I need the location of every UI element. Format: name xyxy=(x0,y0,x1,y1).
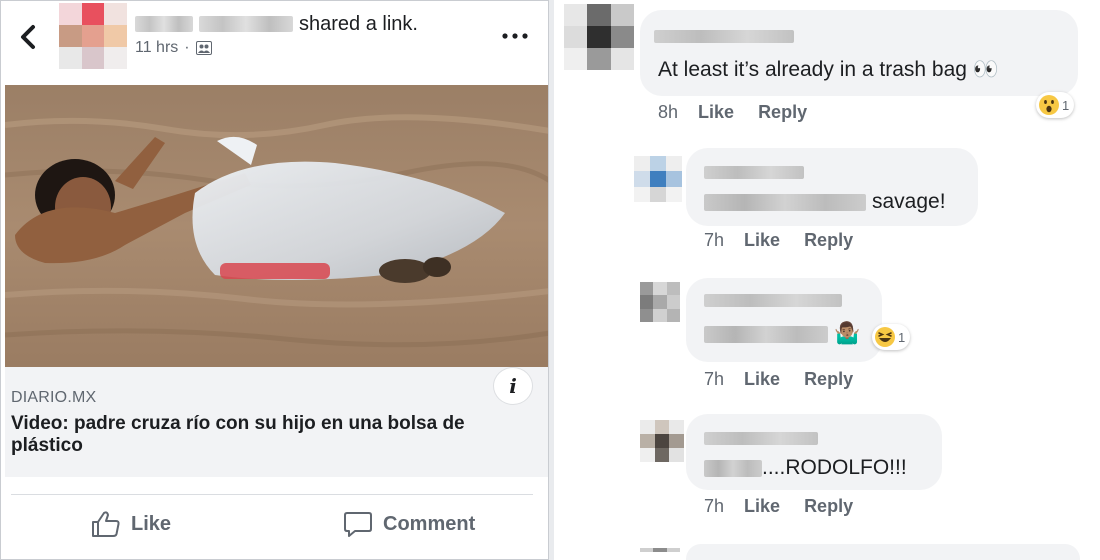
comment-label: Comment xyxy=(383,512,476,535)
comment-text-visible: At least it’s already in a trash bag 👀 xyxy=(658,58,999,81)
comment-text: savage! xyxy=(704,190,946,214)
comment-like-button[interactable]: Like xyxy=(744,230,780,251)
info-icon[interactable]: i xyxy=(493,367,533,405)
commenter-avatar[interactable] xyxy=(640,420,684,462)
like-button[interactable]: Like xyxy=(91,507,171,541)
blurred-poster-name[interactable] xyxy=(135,16,193,32)
comment-bubble[interactable] xyxy=(686,148,978,226)
comment-timestamp: 7h xyxy=(704,496,725,516)
comment-text: 🤷🏽‍♂️ xyxy=(704,322,860,346)
link-source: DIARIO.MX xyxy=(11,389,97,406)
comment-text-visible: 🤷🏽‍♂️ xyxy=(834,322,861,345)
blurred-poster-name-2[interactable] xyxy=(199,16,293,32)
comment-text-visible: savage! xyxy=(872,190,946,213)
reaction-badge[interactable]: 1 xyxy=(872,324,911,350)
reaction-count: 1 xyxy=(898,329,906,345)
shared-link-text: shared a link. xyxy=(299,12,418,35)
blurred-commenter-name[interactable] xyxy=(704,294,842,307)
commenter-avatar[interactable] xyxy=(640,282,680,322)
blurred-mention[interactable] xyxy=(704,193,866,211)
post-header: shared a link. xyxy=(135,11,418,37)
comment-reply-button[interactable]: Reply xyxy=(804,230,853,251)
comment-bubble[interactable] xyxy=(640,10,1078,96)
like-label: Like xyxy=(131,512,172,535)
shared-link-image[interactable] xyxy=(5,85,548,367)
comments-panel: At least it’s already in a trash bag 👀 8… xyxy=(554,0,1100,560)
comment-meta: 7h Like Reply xyxy=(704,496,877,517)
river-photo xyxy=(5,85,548,367)
comment-text: At least it’s already in a trash bag 👀 xyxy=(658,58,999,82)
commenter-avatar[interactable] xyxy=(634,156,682,202)
wow-face-icon xyxy=(1039,95,1059,115)
blurred-commenter-name[interactable] xyxy=(654,30,794,43)
comment-bubble[interactable] xyxy=(686,544,1080,560)
comment-like-button[interactable]: Like xyxy=(744,496,780,517)
comment-bubble[interactable] xyxy=(686,278,882,362)
comment-reply-button[interactable]: Reply xyxy=(804,369,853,390)
comment-reply-button[interactable]: Reply xyxy=(804,496,853,517)
meta-separator: · xyxy=(184,39,190,56)
link-preview[interactable]: i DIARIO.MX Video: padre cruza río con s… xyxy=(5,367,548,477)
comment-timestamp: 7h xyxy=(704,230,725,250)
comment-like-button[interactable]: Like xyxy=(698,102,734,123)
comment-text-visible: ....RODOLFO!!! xyxy=(762,456,907,479)
comment-timestamp: 8h xyxy=(658,102,679,122)
blurred-comment-text[interactable] xyxy=(704,325,828,343)
more-options-button[interactable] xyxy=(499,23,531,49)
actions-divider xyxy=(11,494,533,495)
comment-text: ....RODOLFO!!! xyxy=(704,456,907,480)
comment-timestamp: 7h xyxy=(704,369,725,389)
thumbs-up-icon xyxy=(92,511,120,537)
post-timestamp[interactable]: 11 hrs xyxy=(135,39,178,57)
poster-avatar[interactable] xyxy=(59,3,127,69)
post-panel: shared a link. 11 hrs · i DIARIO.MX Vide… xyxy=(0,0,549,560)
comment-bubble-icon xyxy=(344,512,372,537)
commenter-avatar[interactable] xyxy=(640,548,680,560)
reaction-badge[interactable]: 1 xyxy=(1036,92,1075,118)
comment-meta: 7h Like Reply xyxy=(704,369,877,390)
haha-face-icon xyxy=(875,327,895,347)
comment-button[interactable]: Comment xyxy=(343,507,475,541)
friends-audience-icon[interactable] xyxy=(195,41,212,55)
post-meta: 11 hrs · xyxy=(135,39,212,57)
chevron-left-icon xyxy=(21,25,35,49)
blurred-mention[interactable] xyxy=(704,459,762,477)
comment-meta: 8h Like Reply xyxy=(658,102,831,123)
info-glyph: i xyxy=(509,374,517,398)
back-button[interactable] xyxy=(15,21,41,53)
comment-meta: 7h Like Reply xyxy=(704,230,877,251)
ellipsis-icon xyxy=(502,33,528,39)
commenter-avatar[interactable] xyxy=(564,4,634,70)
blurred-commenter-name[interactable] xyxy=(704,432,818,445)
reaction-count: 1 xyxy=(1062,97,1070,113)
comment-like-button[interactable]: Like xyxy=(744,369,780,390)
blurred-commenter-name[interactable] xyxy=(704,166,804,179)
link-title: Video: padre cruza río con su hijo en un… xyxy=(11,413,465,456)
comment-reply-button[interactable]: Reply xyxy=(758,102,807,123)
